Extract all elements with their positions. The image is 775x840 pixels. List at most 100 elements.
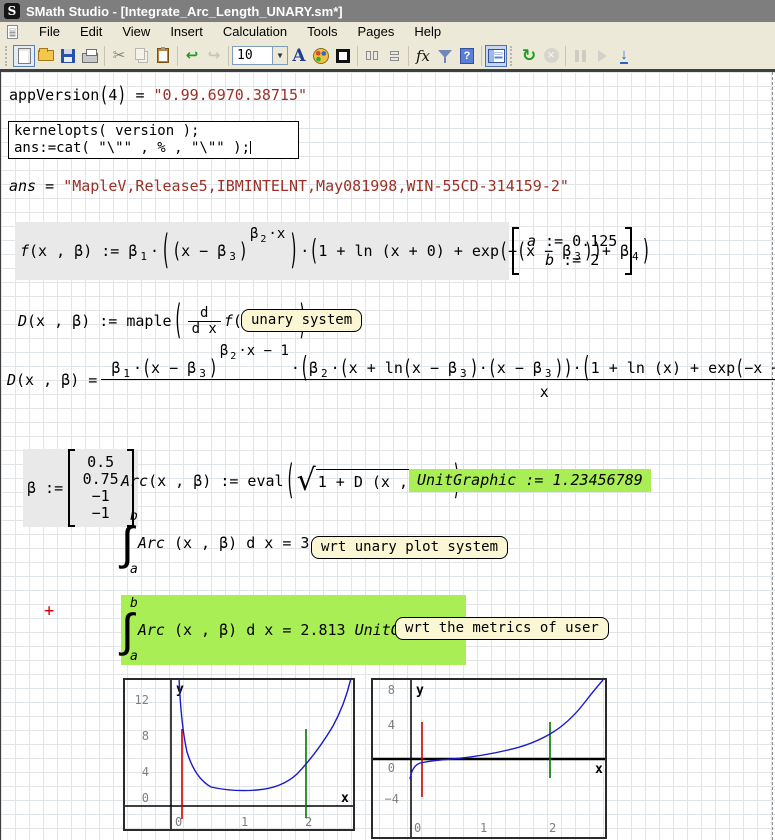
badge-wrt-unary-plot-system[interactable]: wrt unary plot system [311, 536, 508, 559]
d-eq: (x , β) = [16, 371, 97, 389]
paren: ( [499, 238, 508, 264]
menu-view[interactable]: View [112, 22, 160, 42]
y-tick: 12 [135, 693, 149, 707]
x-tick: 2 [549, 821, 556, 835]
code-line-1: kernelopts( version ); [14, 123, 293, 140]
badge-wrt-metrics-of-user[interactable]: wrt the metrics of user [395, 617, 609, 640]
step-button[interactable]: ↓ [613, 45, 635, 67]
side-panel-button[interactable] [485, 45, 507, 67]
maple-code-region[interactable]: kernelopts( version ); ans:=cat( "\"" , … [8, 121, 299, 159]
function-button[interactable]: fx [412, 45, 434, 67]
font-size-combobox[interactable]: 10 ▼ [232, 46, 288, 65]
menu-file[interactable]: File [29, 22, 70, 42]
derivative-fraction: d d x [188, 306, 221, 337]
background-color-button[interactable] [310, 45, 332, 67]
ab-values-region[interactable]: a := 0.125 b := 2 [512, 227, 632, 275]
plot-f-function[interactable]: 8 4 0 −4 0 1 2 y x [371, 678, 607, 839]
help-book-icon: ? [460, 48, 474, 64]
f-definition-region[interactable]: f (x , β) := β1·((x − β3)β2·x)·(1 + ln (… [15, 222, 509, 280]
fraction-numerator: β1·(x − β3)β2·x − 1·(β2·(x + ln(x − β3)·… [101, 359, 775, 379]
equals: = [135, 86, 144, 104]
new-page-icon [18, 48, 31, 64]
y-tick: 0 [142, 791, 149, 805]
worksheet[interactable]: appVersion(4) = "0.99.6970.38715" kernel… [0, 69, 775, 840]
lower-limit: a [130, 563, 138, 576]
y-tick: 0 [388, 761, 395, 775]
unitgraphic-region[interactable]: UnitGraphic := 1.23456789 [409, 469, 651, 492]
toolbar-separator [104, 46, 105, 66]
save-button[interactable] [57, 45, 79, 67]
font-color-button[interactable]: A [288, 45, 310, 67]
equals: = [45, 177, 54, 195]
document-menu-icon[interactable] [7, 25, 18, 39]
badge-unary-system[interactable]: unary system [241, 309, 362, 332]
paren: ) [239, 238, 248, 264]
appversion-arg: 4 [108, 86, 117, 104]
align-horizontal-icon [366, 51, 378, 60]
border-button[interactable] [332, 45, 354, 67]
printer-icon [82, 53, 98, 63]
d-result-region[interactable]: D (x , β) = β1·(x − β3)β2·x − 1·(β2·(x +… [7, 359, 775, 401]
b-value: b := 2 [545, 251, 599, 270]
menu-pages[interactable]: Pages [348, 22, 405, 42]
x-tick: 0 [175, 815, 182, 829]
align-vertical-button[interactable] [383, 45, 405, 67]
menu-edit[interactable]: Edit [70, 22, 112, 42]
menu-calculation[interactable]: Calculation [213, 22, 297, 42]
paren: ( [172, 238, 181, 264]
x-axis-label: x [341, 791, 349, 806]
menu-insert[interactable]: Insert [160, 22, 213, 42]
cut-button[interactable]: ✂ [108, 45, 130, 67]
menu-help[interactable]: Help [404, 22, 451, 42]
paren: ( [172, 295, 185, 344]
help-button[interactable]: ? [456, 45, 478, 67]
ans-region[interactable]: ans = "MapleV,Release5,IBMINTELNT,May081… [9, 177, 569, 195]
insert-crosshair-cursor[interactable]: + [44, 601, 54, 621]
toolbar-separator [481, 46, 482, 66]
menu-bar: File Edit View Insert Calculation Tools … [0, 22, 775, 42]
pause-button[interactable] [569, 45, 591, 67]
align-vertical-icon [390, 51, 399, 61]
redo-button[interactable]: ↪ [203, 45, 225, 67]
y-tick: −4 [385, 792, 399, 806]
paren: ( [159, 225, 172, 274]
power-exponent: β2·x − 1 [220, 343, 289, 359]
y-tick: 8 [142, 729, 149, 743]
appversion-region[interactable]: appVersion(4) = "0.99.6970.38715" [9, 86, 307, 104]
border-square-icon [336, 49, 350, 63]
appversion-lhs: appVersion [9, 86, 99, 104]
paren: ) [642, 233, 651, 267]
paste-button[interactable] [152, 45, 174, 67]
left-bracket [512, 227, 519, 275]
title-bar[interactable]: S SMath Studio - [Integrate_Arc_Length_U… [0, 0, 775, 22]
toolbar-separator [565, 46, 566, 66]
open-folder-icon [38, 50, 54, 61]
copy-button[interactable] [130, 45, 152, 67]
integral-symbol: b ∫ a [121, 510, 138, 576]
paren: ( [284, 455, 297, 504]
code-line-2: ans:=cat( "\"" , % , "\"" ); [14, 140, 293, 157]
font-size-dropdown-arrow[interactable]: ▼ [272, 47, 287, 64]
font-size-value[interactable]: 10 [233, 48, 272, 63]
x-tick: 1 [480, 821, 487, 835]
play-button[interactable] [591, 45, 613, 67]
arc-lhs: (x , β) := eval [148, 472, 283, 490]
undo-button[interactable]: ↩ [181, 45, 203, 67]
filter-button[interactable] [434, 45, 456, 67]
sqrt-icon: √ [297, 468, 316, 494]
plot-arc-function[interactable]: 12 8 4 0 0 1 2 y x [123, 678, 355, 831]
toolbar-grip[interactable] [5, 46, 10, 66]
d-lhs: (x , β) := maple [27, 312, 172, 330]
times-dot: · [150, 242, 159, 260]
toolbar-separator [357, 46, 358, 66]
new-button[interactable] [13, 45, 35, 67]
align-horizontal-button[interactable] [361, 45, 383, 67]
print-button[interactable] [79, 45, 101, 67]
undo-arrow-icon: ↩ [186, 48, 199, 63]
menu-tools[interactable]: Tools [297, 22, 347, 42]
stop-button[interactable]: ✕ [540, 45, 562, 67]
recalculate-button[interactable]: ↻ [518, 45, 540, 67]
toolbar-grip[interactable] [510, 46, 515, 66]
app-logo-icon: S [4, 3, 20, 19]
open-button[interactable] [35, 45, 57, 67]
